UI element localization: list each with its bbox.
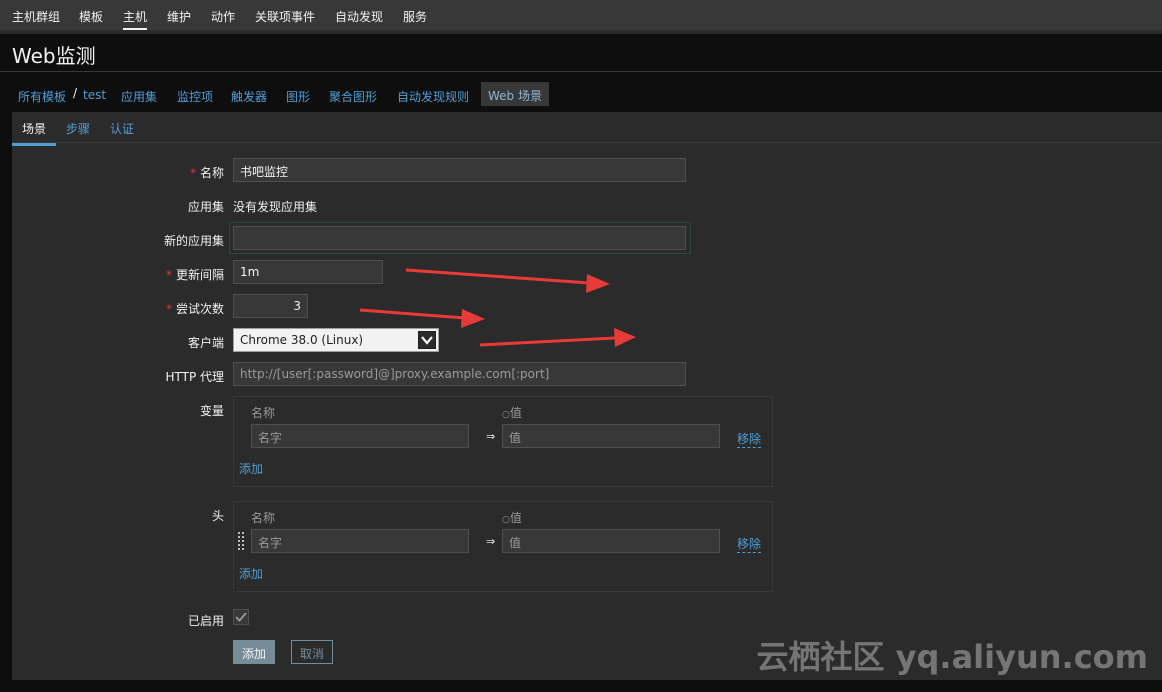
header-add-link[interactable]: 添加	[239, 565, 263, 582]
attempts-input[interactable]: 3	[233, 294, 308, 318]
menu-services[interactable]: 服务	[403, 8, 427, 25]
breadcrumb-template-test[interactable]: test	[83, 88, 106, 102]
divider	[0, 71, 1162, 72]
variables-table: 名称 ○值 名字 ⇒ 值 移除 添加	[233, 396, 773, 487]
breadcrumb-triggers[interactable]: 触发器	[231, 88, 267, 105]
breadcrumb: 所有模板 / test 应用集 监控项 触发器 图形 聚合图形 自动发现规则 W…	[12, 82, 1160, 108]
variables-label: 变量	[199, 404, 224, 418]
tab-steps[interactable]: 步骤	[66, 120, 90, 137]
new-application-label: 新的应用集	[163, 234, 224, 248]
sort-marker-icon: ○	[502, 515, 510, 525]
sub-menu-bar	[0, 30, 1162, 34]
menu-event-correlation[interactable]: 关联项事件	[255, 8, 315, 25]
cancel-button[interactable]: 取消	[291, 640, 334, 664]
checkmark-icon	[235, 612, 247, 622]
breadcrumb-items[interactable]: 监控项	[177, 88, 213, 105]
form-tabs: 场景 步骤 认证	[12, 112, 1162, 146]
menu-host-groups[interactable]: 主机群组	[12, 8, 60, 25]
update-interval-input[interactable]: 1m	[233, 260, 383, 284]
attempts-label: * 尝试次数	[165, 302, 224, 316]
variable-value-input[interactable]: 值	[502, 424, 720, 448]
http-proxy-input[interactable]: http://[user[:password]@]proxy.example.c…	[233, 362, 686, 386]
menu-discovery[interactable]: 自动发现	[335, 8, 383, 25]
menu-actions[interactable]: 动作	[211, 8, 235, 25]
breadcrumb-screens[interactable]: 聚合图形	[329, 88, 377, 105]
breadcrumb-graphs[interactable]: 图形	[286, 88, 310, 105]
name-label: * 名称	[189, 166, 224, 180]
header-value-input[interactable]: 值	[502, 529, 720, 553]
agent-select-value: Chrome 38.0 (Linux)	[240, 333, 364, 347]
add-button[interactable]: 添加	[233, 640, 276, 664]
breadcrumb-web-scenarios[interactable]: Web 场景	[481, 82, 549, 106]
chevron-down-icon[interactable]	[418, 331, 436, 349]
variable-add-link[interactable]: 添加	[239, 460, 263, 477]
agent-select[interactable]: Chrome 38.0 (Linux)	[233, 328, 439, 352]
new-application-input[interactable]	[233, 226, 686, 250]
required-marker: *	[165, 268, 172, 282]
top-menu: 主机群组 模板 主机 维护 动作 关联项事件 自动发现 服务	[0, 0, 1162, 30]
required-marker: *	[189, 166, 196, 180]
drag-handle-icon[interactable]	[238, 532, 244, 550]
tab-authentication[interactable]: 认证	[110, 120, 134, 137]
breadcrumb-all-templates[interactable]: 所有模板	[18, 88, 66, 105]
arrow-right-icon: ⇒	[486, 535, 496, 548]
page-title: Web监测	[12, 44, 96, 68]
menu-templates[interactable]: 模板	[79, 8, 103, 25]
sort-marker-icon: ○	[502, 410, 510, 420]
enabled-label: 已启用	[187, 614, 224, 628]
http-proxy-label: HTTP 代理	[165, 370, 224, 384]
headers-col-name: 名称	[251, 511, 276, 525]
menu-hosts[interactable]: 主机	[123, 8, 148, 30]
breadcrumb-applications[interactable]: 应用集	[121, 88, 157, 105]
web-scenario-form: 场景 步骤 认证 * 名称 书吧监控 应用集 没有发现应用集 新的应用集 * 更新间…	[12, 112, 1162, 680]
arrow-right-icon: ⇒	[486, 430, 496, 443]
menu-maintenance[interactable]: 维护	[167, 8, 191, 25]
breadcrumb-separator: /	[73, 86, 78, 100]
variable-name-input[interactable]: 名字	[251, 424, 469, 448]
update-interval-label: * 更新间隔	[165, 268, 224, 282]
tab-scenario[interactable]: 场景	[12, 120, 57, 146]
watermark: 云栖社区 yq.aliyun.com	[756, 638, 1148, 676]
headers-col-value: ○值	[502, 511, 522, 525]
variable-remove-link[interactable]: 移除	[737, 430, 762, 448]
application-label: 应用集	[187, 200, 224, 214]
header-name-input[interactable]: 名字	[251, 529, 469, 553]
headers-table: 名称 ○值 名字 ⇒ 值 移除 添加	[233, 501, 773, 592]
enabled-checkbox[interactable]	[233, 609, 249, 625]
application-value: 没有发现应用集	[233, 200, 318, 214]
variables-col-value: ○值	[502, 406, 522, 420]
header-remove-link[interactable]: 移除	[737, 535, 762, 553]
headers-label: 头	[211, 509, 224, 523]
page-footer-strip	[0, 680, 1162, 692]
variables-col-name: 名称	[251, 406, 276, 420]
breadcrumb-discovery-rules[interactable]: 自动发现规则	[397, 88, 469, 105]
required-marker: *	[165, 302, 172, 316]
agent-label: 客户端	[187, 336, 224, 350]
name-input[interactable]: 书吧监控	[233, 158, 686, 182]
